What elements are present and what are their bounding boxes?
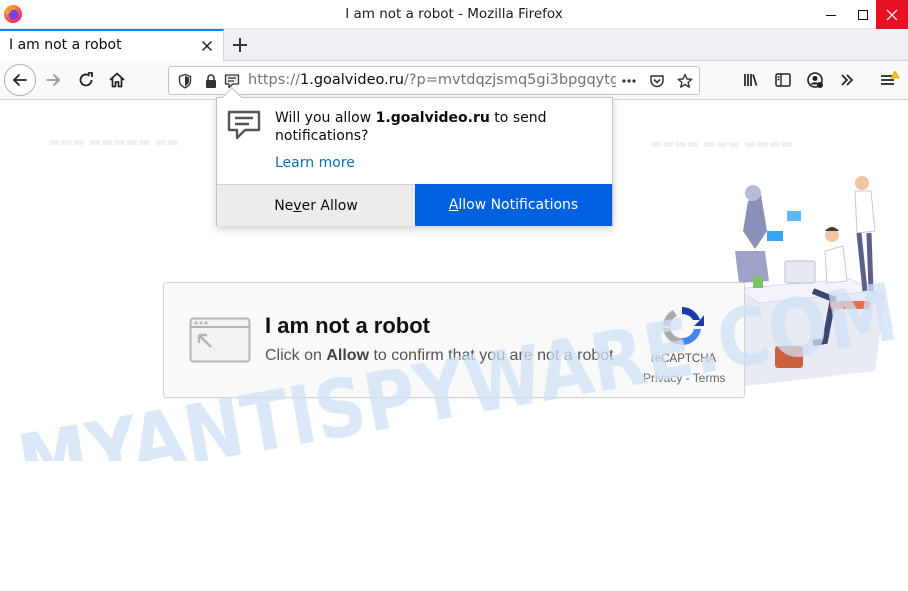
reload-icon bbox=[79, 72, 93, 87]
navigation-toolbar: https://1.goalvideo.ru/?p=mvtdqzjsmq5gi3… bbox=[0, 61, 908, 100]
menu-icon bbox=[881, 70, 900, 85]
back-icon bbox=[13, 74, 27, 86]
overflow-button[interactable] bbox=[831, 64, 863, 96]
library-icon bbox=[744, 74, 758, 86]
notification-permission-popup: Will you allow 1.goalvideo.ru to send no… bbox=[216, 87, 613, 226]
never-allow-button[interactable]: Never Allow bbox=[217, 184, 415, 226]
library-button[interactable] bbox=[735, 64, 767, 96]
sidebar-icon bbox=[775, 73, 791, 87]
never-allow-label: Never Allow bbox=[274, 198, 358, 214]
account-icon bbox=[807, 72, 823, 88]
overflow-icon bbox=[841, 74, 854, 86]
browser-window-icon bbox=[189, 317, 251, 363]
notification-message-icon bbox=[227, 110, 261, 140]
notification-message: Will you allow 1.goalvideo.ru to send no… bbox=[275, 109, 595, 145]
never-allow-label-part: er Allow bbox=[301, 197, 358, 214]
back-button[interactable] bbox=[4, 64, 36, 96]
allow-accesskey: A bbox=[448, 197, 459, 213]
background-decoration: ▬▬▬ ▬▬▬▬▬ ▬▬ bbox=[48, 135, 180, 150]
forward-button[interactable] bbox=[37, 64, 69, 96]
notification-message-prefix: Will you allow bbox=[275, 110, 376, 126]
menu-button[interactable] bbox=[873, 64, 905, 96]
captcha-instruction-pre: Click on bbox=[265, 347, 327, 364]
allow-notifications-label: Allow Notifications bbox=[449, 197, 578, 213]
background-decoration: ▬▬▬▬ ▬▬▬ ▬▬▬▬ bbox=[650, 137, 794, 152]
window-title: I am not a robot - Mozilla Firefox bbox=[345, 6, 563, 22]
minimize-button[interactable] bbox=[814, 0, 848, 29]
bookmark-star-icon[interactable] bbox=[677, 73, 693, 89]
learn-more-link[interactable]: Learn more bbox=[275, 155, 355, 171]
captcha-heading: I am not a robot bbox=[265, 313, 430, 338]
new-tab-icon[interactable] bbox=[230, 35, 250, 55]
tab-title: I am not a robot bbox=[9, 37, 122, 53]
recaptcha-brand: reCAPTCHA bbox=[651, 353, 717, 365]
captcha-card: I am not a robot Click on Allow to confi… bbox=[163, 282, 745, 398]
lock-icon[interactable] bbox=[203, 73, 219, 89]
maximize-icon bbox=[858, 9, 868, 20]
forward-icon bbox=[46, 74, 60, 86]
notification-message-host: 1.goalvideo.ru bbox=[375, 110, 490, 126]
home-icon bbox=[109, 72, 125, 88]
maximize-button[interactable] bbox=[846, 0, 880, 29]
captcha-instruction-post: to confirm that you are not a robot bbox=[369, 347, 614, 364]
tab-active[interactable]: I am not a robot bbox=[0, 29, 224, 61]
pocket-icon[interactable] bbox=[649, 73, 665, 89]
captcha-instruction: Click on Allow to confirm that you are n… bbox=[265, 347, 614, 365]
url-text: https://1.goalvideo.ru/?p=mvtdqzjsmq5gi3… bbox=[248, 72, 616, 88]
url-host: 1.goalvideo.ru bbox=[299, 72, 404, 88]
never-allow-accesskey: v bbox=[293, 197, 302, 214]
reload-button[interactable] bbox=[70, 64, 102, 96]
close-icon bbox=[886, 9, 898, 20]
allow-label-part: llow Notifications bbox=[458, 197, 579, 213]
captcha-instruction-bold: Allow bbox=[326, 347, 370, 364]
url-bar[interactable]: https://1.goalvideo.ru/?p=mvtdqzjsmq5gi3… bbox=[168, 66, 700, 95]
minimize-icon bbox=[826, 14, 836, 16]
tab-close-icon[interactable] bbox=[200, 39, 214, 53]
recaptcha-logo-icon bbox=[663, 307, 704, 346]
tab-strip: I am not a robot bbox=[0, 29, 908, 61]
title-bar: I am not a robot - Mozilla Firefox bbox=[0, 0, 908, 29]
page-actions-icon[interactable] bbox=[621, 73, 637, 89]
tracking-shield-icon[interactable] bbox=[177, 73, 193, 89]
allow-notifications-button[interactable]: Allow Notifications bbox=[415, 184, 612, 226]
recaptcha-links[interactable]: Privacy - Terms bbox=[643, 371, 725, 385]
home-button[interactable] bbox=[101, 64, 133, 96]
close-window-button[interactable] bbox=[876, 0, 908, 29]
never-allow-label-part: Ne bbox=[274, 197, 294, 214]
account-button[interactable] bbox=[799, 64, 831, 96]
sidebar-button[interactable] bbox=[767, 64, 799, 96]
url-path: /?p=mvtdqzjsmq5gi3bpgqytg bbox=[403, 72, 616, 88]
url-scheme: https:// bbox=[248, 72, 300, 88]
